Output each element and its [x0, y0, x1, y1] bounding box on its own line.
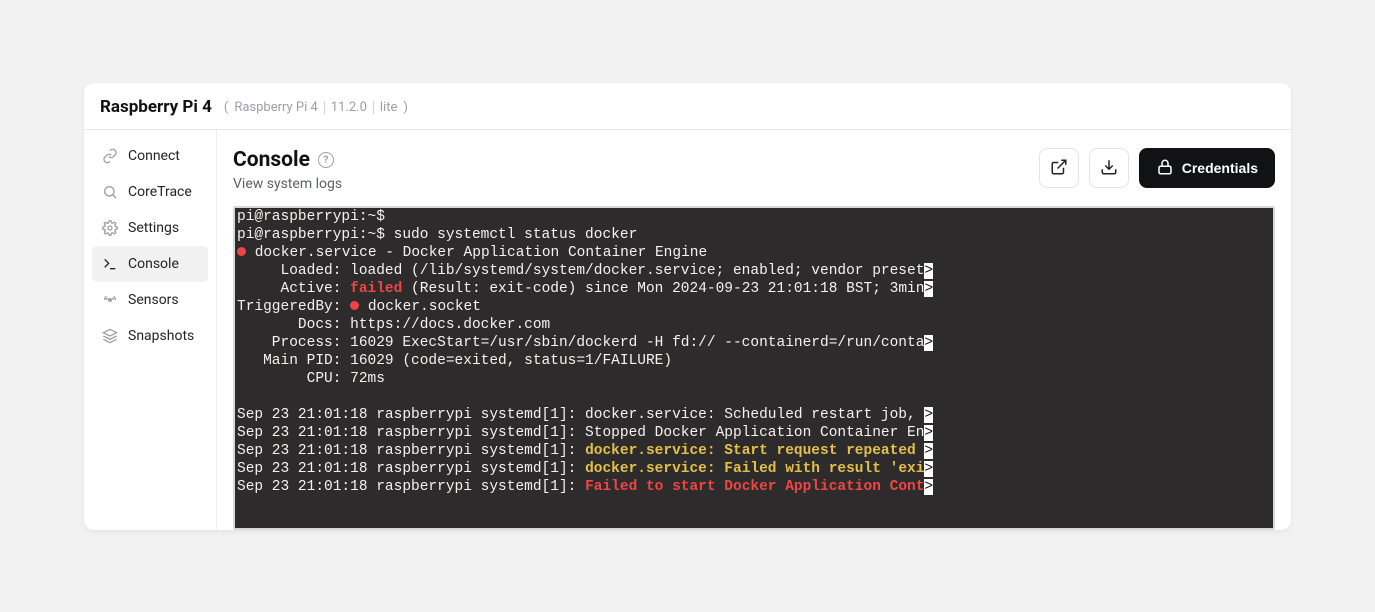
console-line: Sep 23 21:01:18 raspberrypi systemd[1]: …	[237, 407, 924, 423]
console-line: TriggeredBy:	[237, 299, 350, 315]
sidebar-item-console[interactable]: Console	[92, 246, 208, 282]
console-line: Sep 23 21:01:18 raspberrypi systemd[1]:	[237, 479, 585, 495]
device-version: 11.2.0	[331, 100, 367, 115]
status-failed: failed	[350, 281, 402, 297]
paren-open: (	[224, 100, 228, 115]
gear-icon	[102, 220, 118, 236]
console-line: Sep 23 21:01:18 raspberrypi systemd[1]:	[237, 461, 585, 477]
overflow-marker: >	[924, 335, 933, 351]
title-row: Console ?	[233, 148, 342, 172]
overflow-marker: >	[924, 407, 933, 423]
status-dot-icon	[237, 247, 246, 256]
console-line: Active:	[237, 281, 350, 297]
lock-icon	[1156, 158, 1174, 179]
overflow-marker: >	[924, 479, 933, 495]
warn-text: docker.service: Start request repeated	[585, 443, 924, 459]
meta-divider	[324, 101, 325, 114]
download-button[interactable]	[1089, 148, 1129, 188]
overflow-marker: >	[924, 425, 933, 441]
terminal-icon	[102, 256, 118, 272]
device-title: Raspberry Pi 4	[100, 97, 212, 117]
sidebar-item-label: Connect	[128, 148, 180, 164]
console-line: Docs: https://docs.docker.com	[237, 317, 550, 333]
meta-divider	[373, 101, 374, 114]
page-subtitle: View system logs	[233, 176, 342, 192]
sidebar-item-sensors[interactable]: Sensors	[92, 282, 208, 318]
error-text: Failed to start Docker Application Cont	[585, 479, 924, 495]
sidebar-item-label: Snapshots	[128, 328, 194, 344]
search-icon	[102, 184, 118, 200]
console-line: Main PID: 16029 (code=exited, status=1/F…	[237, 353, 672, 369]
console-line: docker.service - Docker Application Cont…	[255, 245, 707, 261]
main-content: Console ? View system logs	[217, 130, 1291, 530]
credentials-button[interactable]: Credentials	[1139, 148, 1275, 188]
console-line: Loaded: loaded (/lib/systemd/system/dock…	[237, 263, 924, 279]
external-link-icon	[1050, 158, 1068, 179]
overflow-marker: >	[924, 461, 933, 477]
device-panel: Raspberry Pi 4 ( Raspberry Pi 4 11.2.0 l…	[84, 83, 1291, 530]
sidebar-item-snapshots[interactable]: Snapshots	[92, 318, 208, 354]
sidebar: Connect CoreTrace Settings Console	[84, 130, 217, 530]
sidebar-item-label: Console	[128, 256, 179, 272]
panel-header: Raspberry Pi 4 ( Raspberry Pi 4 11.2.0 l…	[84, 83, 1291, 130]
console-output[interactable]: pi@raspberrypi:~$ pi@raspberrypi:~$ sudo…	[235, 208, 1273, 496]
sidebar-item-connect[interactable]: Connect	[92, 138, 208, 174]
download-icon	[1100, 158, 1118, 179]
console-line: pi@raspberrypi:~$ sudo systemctl status …	[237, 227, 637, 243]
warn-text: docker.service: Failed with result 'exi	[585, 461, 924, 477]
open-external-button[interactable]	[1039, 148, 1079, 188]
sidebar-item-label: Sensors	[128, 292, 179, 308]
overflow-marker: >	[924, 443, 933, 459]
sidebar-item-settings[interactable]: Settings	[92, 210, 208, 246]
sidebar-item-label: Settings	[128, 220, 179, 236]
device-meta: ( Raspberry Pi 4 11.2.0 lite )	[224, 100, 408, 115]
console-line: Sep 23 21:01:18 raspberrypi systemd[1]: …	[237, 425, 924, 441]
main-header: Console ? View system logs	[233, 148, 1275, 192]
layers-icon	[102, 328, 118, 344]
console-frame: pi@raspberrypi:~$ pi@raspberrypi:~$ sudo…	[233, 206, 1275, 530]
overflow-marker: >	[924, 263, 933, 279]
status-dot-icon	[350, 301, 359, 310]
console-line: pi@raspberrypi:~$	[237, 209, 385, 225]
console-line	[246, 245, 255, 261]
header-actions: Credentials	[1039, 148, 1275, 188]
console-line: (Result: exit-code) since Mon 2024-09-23…	[402, 281, 924, 297]
console-line: Process: 16029 ExecStart=/usr/sbin/docke…	[237, 335, 924, 351]
paren-close: )	[403, 100, 408, 115]
broadcast-icon	[102, 292, 118, 308]
link-icon	[102, 148, 118, 164]
device-model: Raspberry Pi 4	[234, 100, 317, 115]
device-variant: lite	[380, 100, 397, 115]
sidebar-item-label: CoreTrace	[128, 184, 192, 200]
credentials-label: Credentials	[1182, 160, 1258, 176]
page-title: Console	[233, 148, 310, 172]
help-icon[interactable]: ?	[318, 152, 334, 168]
panel-body: Connect CoreTrace Settings Console	[84, 130, 1291, 530]
sidebar-item-coretrace[interactable]: CoreTrace	[92, 174, 208, 210]
console-line: CPU: 72ms	[237, 371, 385, 387]
overflow-marker: >	[924, 281, 933, 297]
console-line: Sep 23 21:01:18 raspberrypi systemd[1]:	[237, 443, 585, 459]
title-wrap: Console ? View system logs	[233, 148, 342, 192]
console-line: docker.socket	[359, 299, 481, 315]
